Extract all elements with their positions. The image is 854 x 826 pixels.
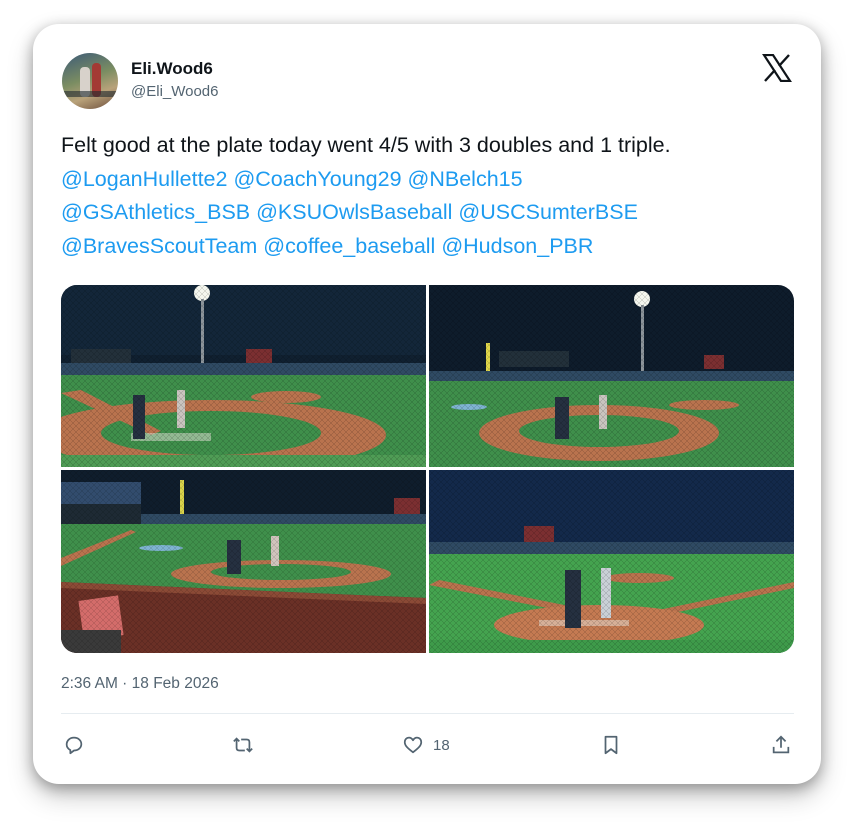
mention-link[interactable]: @CoachYoung29 (233, 167, 401, 191)
mention-link[interactable]: @USCSumterBSE (458, 200, 638, 224)
heart-icon (403, 736, 423, 754)
like-count: 18 (433, 736, 450, 754)
retweet-button[interactable] (232, 732, 254, 758)
share-button[interactable] (770, 732, 792, 758)
tweet-text: Felt good at the plate today went 4/5 wi… (61, 129, 801, 263)
share-icon (772, 735, 790, 754)
tweet-timestamp[interactable]: 2:36 AM · 18 Feb 2026 (61, 675, 219, 693)
mention-link[interactable]: @Hudson_PBR (441, 234, 593, 258)
like-button[interactable]: 18 (402, 732, 450, 758)
mention-link[interactable]: @KSUOwlsBaseball (256, 200, 452, 224)
photo-batter-behind-plate-1[interactable] (61, 285, 426, 467)
photo-batter-dugout-view[interactable] (61, 470, 426, 653)
photo-batter-closeup[interactable] (429, 470, 794, 653)
author-display-name[interactable]: Eli.Wood6 (131, 59, 213, 79)
tweet-card: Eli.Wood6 @Eli_Wood6 Felt good at the pl… (33, 24, 821, 784)
author-handle[interactable]: @Eli_Wood6 (131, 83, 219, 100)
mention-link[interactable]: @NBelch15 (408, 167, 523, 191)
mention-link[interactable]: @coffee_baseball (263, 234, 435, 258)
mention-link[interactable]: @GSAthletics_BSB (61, 200, 250, 224)
retweet-icon (233, 737, 253, 753)
mention-link[interactable]: @LoganHullette2 (61, 167, 227, 191)
mention-line: @GSAthletics_BSB @KSUOwlsBaseball @USCSu… (61, 196, 801, 230)
photo-batter-behind-plate-2[interactable] (429, 285, 794, 467)
reply-icon (65, 736, 83, 755)
reply-button[interactable] (63, 732, 85, 758)
avatar[interactable] (62, 53, 118, 109)
media-grid (61, 285, 794, 653)
bookmark-icon (604, 735, 618, 755)
mention-line: @LoganHullette2 @CoachYoung29 @NBelch15 (61, 163, 801, 197)
tweet-body: Felt good at the plate today went 4/5 wi… (61, 133, 671, 157)
mention-link[interactable]: @BravesScoutTeam (61, 234, 257, 258)
mention-line: @BravesScoutTeam @coffee_baseball @Hudso… (61, 230, 801, 264)
x-logo-icon[interactable] (762, 54, 792, 82)
bookmark-button[interactable] (600, 732, 622, 758)
divider (61, 713, 794, 714)
